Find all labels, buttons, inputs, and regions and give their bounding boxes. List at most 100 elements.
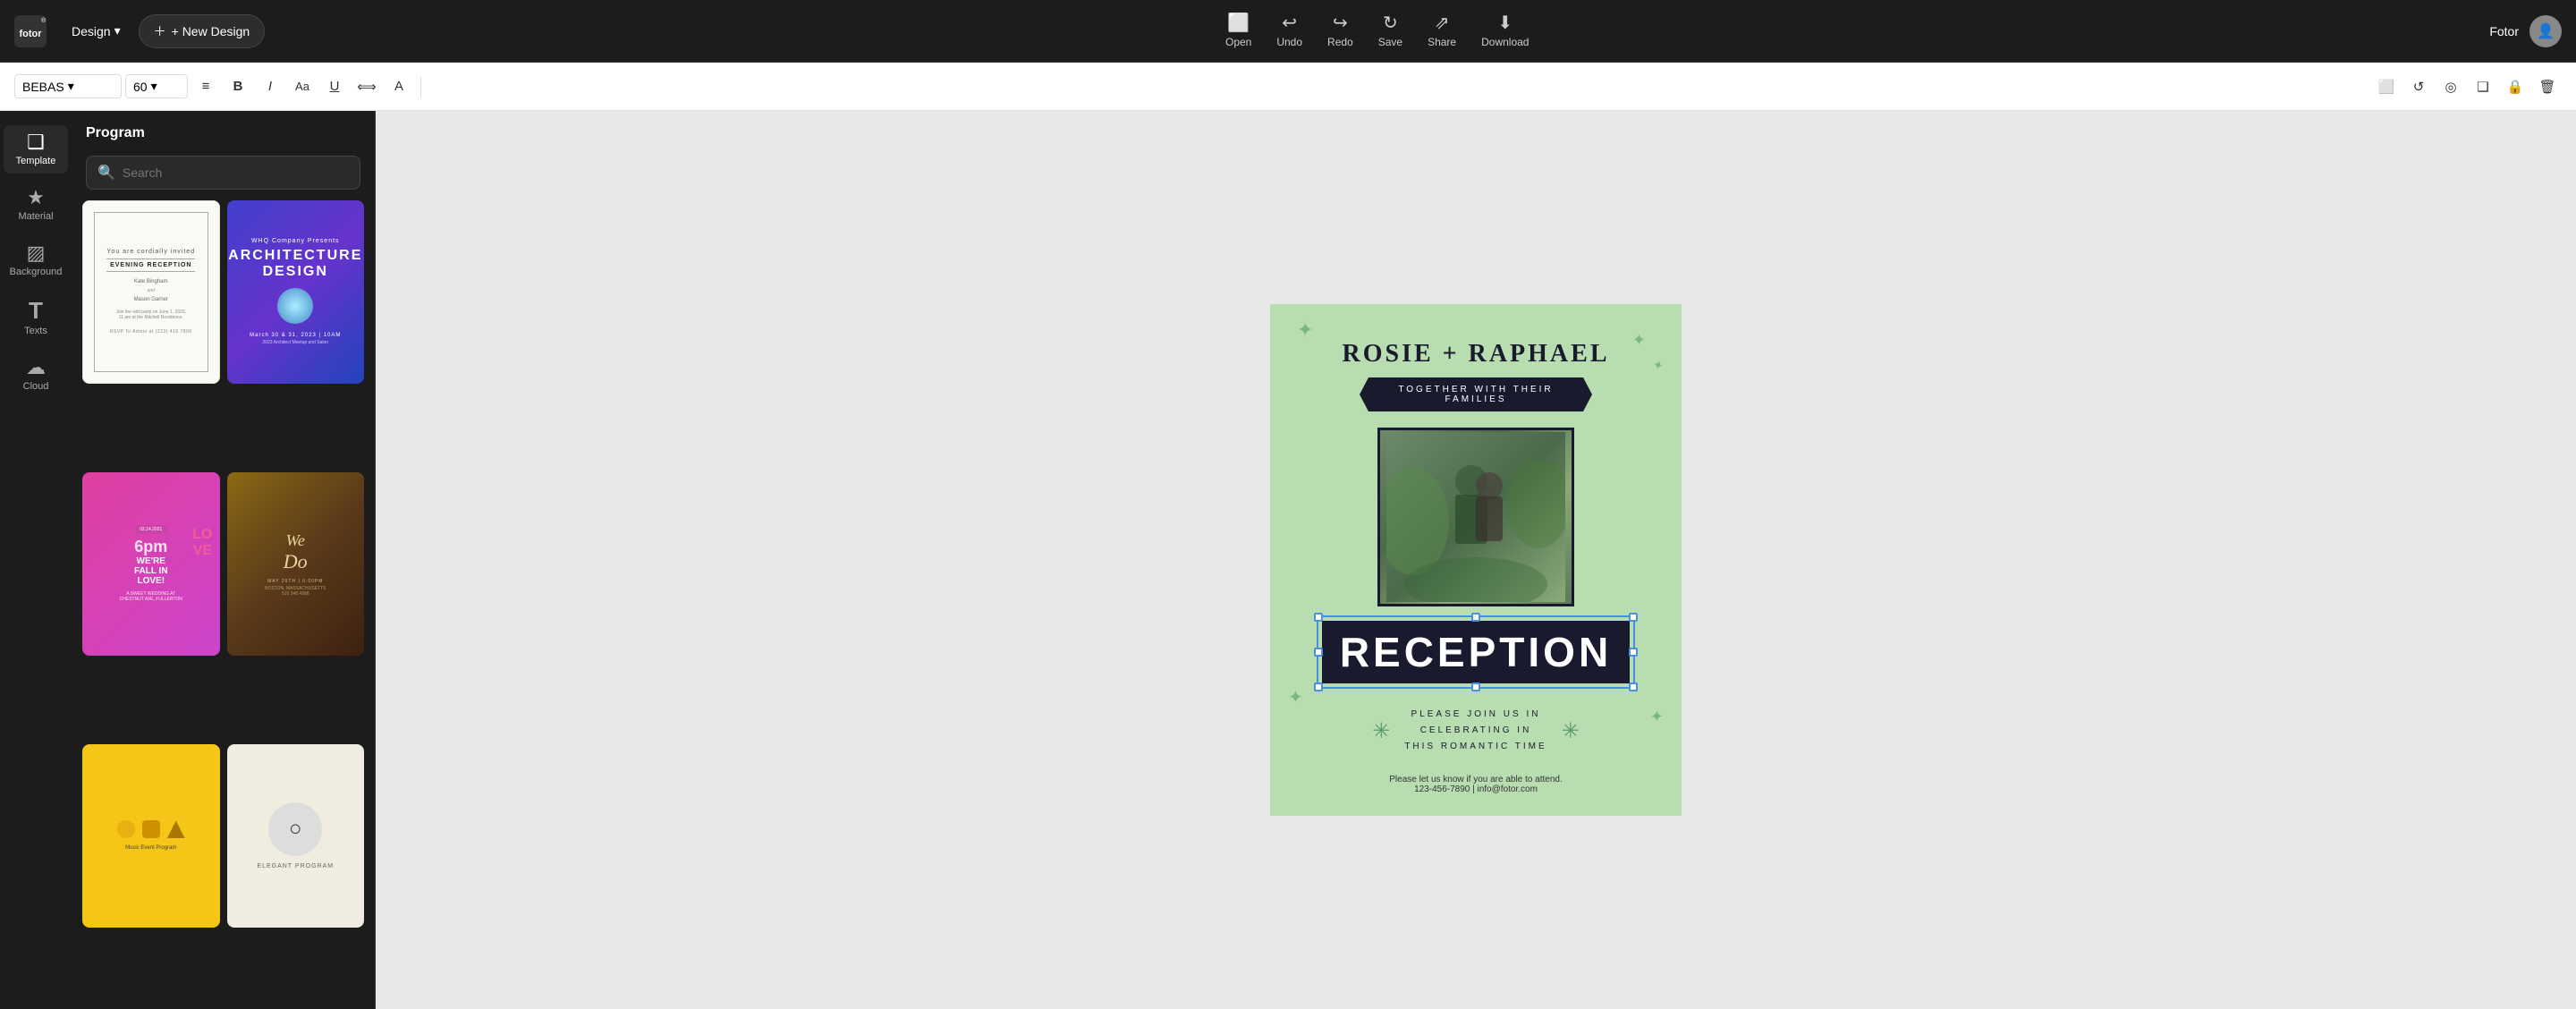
sidebar-material-label: Material bbox=[18, 211, 53, 222]
template-card-3[interactable]: 02.14.2021 6pm WE'REFALL INLOVE! LOVE A … bbox=[82, 472, 220, 656]
handle-tr[interactable] bbox=[1629, 613, 1638, 622]
star-deco-bl: ✦ bbox=[1288, 686, 1303, 708]
template-card-2[interactable]: WHQ Company Presents ARCHITECTUREDESIGN … bbox=[227, 200, 365, 384]
template-card-1[interactable]: You are cordially invited EVENING RECEPT… bbox=[82, 200, 220, 384]
share-tool[interactable]: ⇗ Share bbox=[1428, 14, 1456, 48]
delete-button[interactable]: 🗑 bbox=[2533, 72, 2562, 101]
templates-grid: You are cordially invited EVENING RECEPT… bbox=[72, 200, 375, 1009]
new-design-label: + New Design bbox=[172, 24, 250, 38]
main-content: ❑ Template ★ Material ▨ Background T Tex… bbox=[0, 111, 2576, 1009]
sidebar-icons: ❑ Template ★ Material ▨ Background T Tex… bbox=[0, 111, 72, 1009]
sidebar-item-template[interactable]: ❑ Template bbox=[4, 125, 68, 174]
format-divider bbox=[420, 76, 421, 98]
undo-label: Undo bbox=[1276, 36, 1302, 48]
photo-placeholder bbox=[1380, 430, 1572, 604]
design-label: Design bbox=[72, 24, 111, 38]
join-us-text: PLEASE JOIN US IN CELEBRATING IN THIS RO… bbox=[1404, 707, 1546, 755]
contact-line1: Please let us know if you are able to at… bbox=[1389, 775, 1562, 784]
rotate-button[interactable]: ↺ bbox=[2404, 72, 2433, 101]
font-size: 60 bbox=[133, 80, 148, 94]
contact-line2: 123-456-7890 | info@fotor.com bbox=[1389, 784, 1562, 794]
handle-bl[interactable] bbox=[1314, 683, 1323, 691]
sidebar-item-background[interactable]: ▨ Background bbox=[4, 236, 68, 284]
texts-icon: T bbox=[29, 299, 43, 322]
template-card-5[interactable]: Music Event Program bbox=[82, 744, 220, 928]
asterisk-left: ✳ bbox=[1372, 718, 1390, 744]
handle-mr[interactable] bbox=[1629, 648, 1638, 657]
layers-button[interactable]: ❑ bbox=[2469, 72, 2497, 101]
open-tool[interactable]: ⬜ Open bbox=[1225, 14, 1251, 48]
font-chevron-icon: ▾ bbox=[68, 79, 74, 94]
reception-text: RECEPTION bbox=[1322, 621, 1630, 683]
right-area: Fotor 👤 bbox=[2489, 15, 2562, 47]
sidebar-item-texts[interactable]: T Texts bbox=[4, 292, 68, 343]
save-label: Save bbox=[1378, 36, 1402, 48]
panel-title: Program bbox=[86, 125, 145, 140]
search-icon: 🔍 bbox=[97, 164, 115, 182]
crop-button[interactable]: ◎ bbox=[2436, 72, 2465, 101]
join-line3: THIS ROMANTIC TIME bbox=[1404, 739, 1546, 755]
font-name: BEBAS bbox=[22, 80, 64, 94]
format-bar: BEBAS ▾ 60 ▾ ≡ B I Aa U ⟺ A ⬜ ↺ ◎ ❑ 🔒 🗑 bbox=[0, 63, 2576, 111]
font-selector[interactable]: BEBAS ▾ bbox=[14, 74, 122, 98]
couple-photo-svg bbox=[1386, 432, 1565, 602]
join-line1: PLEASE JOIN US IN bbox=[1404, 707, 1546, 723]
underline-button[interactable]: U bbox=[320, 72, 349, 101]
undo-icon: ↩ bbox=[1282, 14, 1297, 32]
center-tools: ⬜ Open ↩ Undo ↪ Redo ↻ Save ⇗ Share ⬇ Do… bbox=[275, 14, 2479, 48]
template-icon: ❑ bbox=[27, 132, 45, 152]
open-icon: ⬜ bbox=[1227, 14, 1250, 32]
together-banner: TOGETHER WITH THEIR FAMILIES bbox=[1360, 377, 1592, 411]
font-case-button[interactable]: A bbox=[385, 72, 413, 101]
search-box[interactable]: 🔍 bbox=[86, 156, 360, 190]
handle-bm[interactable] bbox=[1471, 683, 1480, 691]
redo-icon: ↪ bbox=[1333, 14, 1348, 32]
template-card-4[interactable]: We Do MAY 29TH | 6:00PM BOSTON, MASSACHU… bbox=[227, 472, 365, 656]
italic-button[interactable]: I bbox=[256, 72, 284, 101]
svg-text:®: ® bbox=[41, 17, 47, 24]
sidebar-background-label: Background bbox=[10, 267, 63, 277]
spacing-button[interactable]: ⟺ bbox=[352, 72, 381, 101]
download-icon: ⬇ bbox=[1497, 14, 1513, 32]
canvas-area: ✦ ✦ ✦ ROSIE + RAPHAEL TOGETHER WITH THEI… bbox=[376, 111, 2576, 1009]
format-right: ⬜ ↺ ◎ ❑ 🔒 🗑 bbox=[2372, 72, 2562, 101]
lock-button[interactable]: 🔒 bbox=[2501, 72, 2529, 101]
left-panel: Program 🔍 You are cordially invited EVEN… bbox=[72, 111, 376, 1009]
cloud-icon: ☁ bbox=[26, 358, 46, 377]
redo-tool[interactable]: ↪ Redo bbox=[1327, 14, 1353, 48]
photo-frame bbox=[1377, 428, 1574, 606]
align-button[interactable]: ≡ bbox=[191, 72, 220, 101]
size-chevron-icon: ▾ bbox=[151, 79, 157, 94]
together-text: TOGETHER WITH THEIR FAMILIES bbox=[1398, 385, 1553, 404]
fotor-logo-icon: fotor ® bbox=[14, 15, 47, 47]
couple-name: ROSIE + RAPHAEL bbox=[1343, 340, 1610, 369]
template-card-6[interactable]: ○ ELEGANT PROGRAM bbox=[227, 744, 365, 928]
bold-button[interactable]: B bbox=[224, 72, 252, 101]
sidebar-texts-label: Texts bbox=[24, 326, 47, 336]
search-input[interactable] bbox=[123, 165, 349, 180]
sidebar-item-material[interactable]: ★ Material bbox=[4, 181, 68, 229]
save-icon: ↻ bbox=[1383, 14, 1398, 32]
star-deco-tl: ✦ bbox=[1297, 318, 1313, 342]
star-deco-br: ✦ bbox=[1650, 708, 1664, 726]
save-tool[interactable]: ↻ Save bbox=[1378, 14, 1402, 48]
share-label: Share bbox=[1428, 36, 1456, 48]
background-icon: ▨ bbox=[27, 243, 46, 263]
avatar[interactable]: 👤 bbox=[2529, 15, 2562, 47]
open-label: Open bbox=[1225, 36, 1251, 48]
copy-style-button[interactable]: ⬜ bbox=[2372, 72, 2401, 101]
font-size-aa-button[interactable]: Aa bbox=[288, 72, 317, 101]
svg-text:fotor: fotor bbox=[19, 28, 42, 38]
reception-element[interactable]: RECEPTION bbox=[1322, 621, 1630, 683]
design-menu[interactable]: Design ▾ bbox=[64, 20, 128, 42]
share-icon: ⇗ bbox=[1435, 14, 1450, 32]
undo-tool[interactable]: ↩ Undo bbox=[1276, 14, 1302, 48]
design-canvas: ✦ ✦ ✦ ROSIE + RAPHAEL TOGETHER WITH THEI… bbox=[1270, 304, 1682, 816]
sidebar-item-cloud[interactable]: ☁ Cloud bbox=[4, 351, 68, 399]
chevron-down-icon: ▾ bbox=[114, 23, 121, 38]
new-design-button[interactable]: ＋ + New Design bbox=[139, 14, 266, 48]
font-size-selector[interactable]: 60 ▾ bbox=[125, 74, 188, 98]
download-tool[interactable]: ⬇ Download bbox=[1481, 14, 1529, 48]
plus-icon: ＋ bbox=[154, 22, 166, 40]
handle-br[interactable] bbox=[1629, 683, 1638, 691]
